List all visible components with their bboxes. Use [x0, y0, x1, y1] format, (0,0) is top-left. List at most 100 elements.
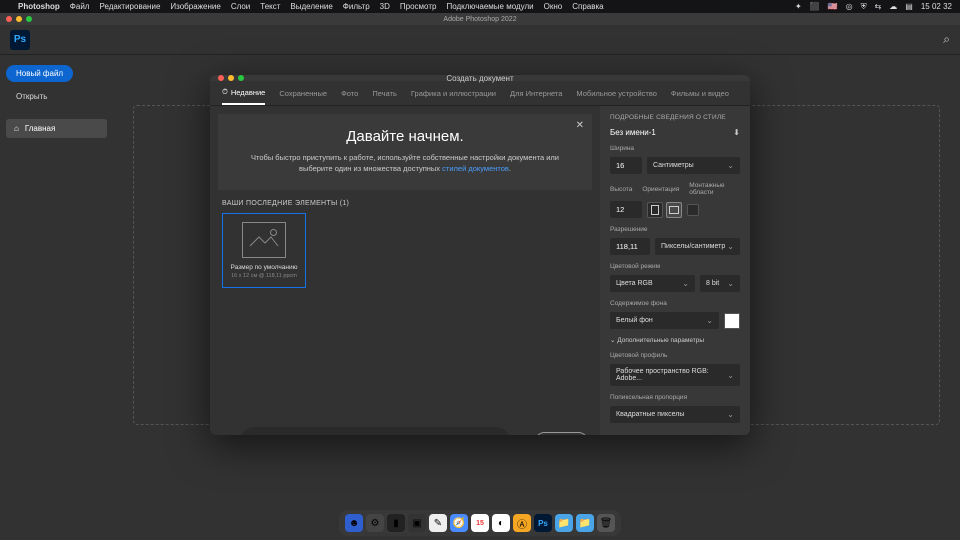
dock-folder[interactable]: 📁	[576, 514, 594, 532]
dialog-title: Создать документ	[446, 75, 513, 83]
welcome-heading: Давайте начнем.	[248, 128, 562, 145]
menu-window[interactable]: Окно	[544, 2, 563, 11]
color-profile-label: Цветовой профиль	[610, 352, 740, 359]
home-sidebar: Новый файл Открыть ⌂ Главная	[0, 55, 113, 540]
search-icon[interactable]: ⌕	[943, 32, 950, 47]
menu-3d[interactable]: 3D	[380, 2, 390, 11]
cloud-icon[interactable]: ☁	[889, 2, 897, 11]
menubar-clock[interactable]: 15 02 32	[921, 2, 952, 11]
tab-film[interactable]: Фильмы и видео	[671, 87, 729, 105]
find-button[interactable]: Найти	[535, 432, 588, 436]
shield-icon[interactable]: ⛨	[861, 2, 867, 12]
tab-saved[interactable]: Сохраненные	[279, 87, 327, 105]
menubar-app[interactable]: Photoshop	[18, 2, 60, 11]
width-unit-select[interactable]: Сантиметры	[647, 157, 740, 174]
status-icon[interactable]: ⇆	[875, 2, 882, 11]
resolution-input[interactable]	[610, 238, 650, 255]
close-window-button[interactable]	[6, 16, 12, 22]
status-icon[interactable]: ◎	[846, 2, 853, 11]
maximize-window-button[interactable]	[26, 16, 32, 22]
flag-icon[interactable]: 🇺🇸	[828, 2, 838, 11]
search-icon: ⌕	[252, 432, 261, 435]
dock-app[interactable]: ◐	[492, 514, 510, 532]
tab-photo[interactable]: Фото	[341, 87, 358, 105]
tab-graphics[interactable]: Графика и иллюстрации	[411, 87, 496, 105]
menu-image[interactable]: Изображение	[170, 2, 220, 11]
dock-app[interactable]: ▣	[408, 514, 426, 532]
dialog-details-pane: ПОДРОБНЫЕ СВЕДЕНИЯ О СТИЛЕ Без имени-1 ⬇…	[600, 106, 750, 435]
menu-help[interactable]: Справка	[572, 2, 603, 11]
dock-finder[interactable]: ☻	[345, 514, 363, 532]
width-label: Ширина	[610, 145, 740, 152]
tab-print[interactable]: Печать	[372, 87, 397, 105]
preset-default[interactable]: Размер по умолчанию 16 x 12 см @ 118,11 …	[222, 213, 306, 288]
new-document-dialog: Создать документ ⏱ Недавние Сохраненные …	[210, 75, 750, 435]
menu-edit[interactable]: Редактирование	[99, 2, 160, 11]
menu-filter[interactable]: Фильтр	[343, 2, 370, 11]
status-icon[interactable]: ⬛	[810, 2, 820, 11]
template-search[interactable]: ⌕	[240, 427, 510, 435]
tab-mobile[interactable]: Мобильное устройство	[576, 87, 656, 105]
menu-select[interactable]: Выделение	[290, 2, 332, 11]
dock-folder[interactable]: 📁	[555, 514, 573, 532]
dock-safari[interactable]: 🧭	[450, 514, 468, 532]
dock-app[interactable]: ✎	[429, 514, 447, 532]
pixel-aspect-select[interactable]: Квадратные пикселы	[610, 406, 740, 423]
minimize-window-button[interactable]	[16, 16, 22, 22]
dock-terminal[interactable]: ▮	[387, 514, 405, 532]
open-button[interactable]: Открыть	[6, 88, 107, 105]
recent-items-label: ВАШИ ПОСЛЕДНИЕ ЭЛЕМЕНТЫ (1)	[210, 190, 600, 213]
dock-settings[interactable]: ⚙	[366, 514, 384, 532]
sidebar-home-label: Главная	[25, 124, 55, 133]
dialog-header: Создать документ	[210, 75, 750, 81]
background-select[interactable]: Белый фон	[610, 312, 719, 329]
window-title: Adobe Photoshop 2022	[443, 16, 516, 23]
menu-plugins[interactable]: Подключаемые модули	[446, 2, 533, 11]
tab-recent[interactable]: ⏱ Недавние	[222, 87, 265, 105]
dialog-close-button[interactable]	[218, 75, 224, 81]
menu-text[interactable]: Текст	[260, 2, 280, 11]
dialog-maximize-button[interactable]	[238, 75, 244, 81]
dock-trash[interactable]: 🗑	[597, 514, 615, 532]
welcome-panel: ✕ Давайте начнем. Чтобы быстро приступит…	[218, 114, 592, 190]
preset-thumbnail	[242, 222, 286, 258]
color-profile-select[interactable]: Рабочее пространство RGB: Adobe...	[610, 364, 740, 386]
welcome-text: Чтобы быстро приступить к работе, исполь…	[248, 153, 562, 174]
menu-layers[interactable]: Слои	[231, 2, 250, 11]
tab-web[interactable]: Для Интернета	[510, 87, 562, 105]
top-toolbar: Ps ⌕	[0, 25, 960, 55]
color-mode-select[interactable]: Цвета RGB	[610, 275, 695, 292]
dialog-minimize-button[interactable]	[228, 75, 234, 81]
artboards-checkbox[interactable]	[687, 204, 699, 216]
doc-styles-link[interactable]: стилей документов	[442, 164, 509, 173]
orientation-landscape[interactable]	[666, 202, 682, 218]
traffic-lights	[6, 16, 32, 22]
macos-menubar: Photoshop Файл Редактирование Изображени…	[0, 0, 960, 13]
photoshop-logo[interactable]: Ps	[10, 30, 30, 50]
dock-app[interactable]: Ⓐ	[513, 514, 531, 532]
status-icon[interactable]: ✦	[795, 2, 802, 11]
preset-subtitle: 16 x 12 см @ 118,11 ppcm	[231, 273, 297, 279]
macos-dock: ☻ ⚙ ▮ ▣ ✎ 🧭 15 ◐ Ⓐ Ps 📁 📁 🗑	[339, 510, 621, 536]
close-icon[interactable]: ✕	[576, 120, 584, 131]
sidebar-item-home[interactable]: ⌂ Главная	[6, 119, 107, 138]
dock-photoshop[interactable]: Ps	[534, 514, 552, 532]
height-input[interactable]	[610, 201, 642, 218]
resolution-unit-select[interactable]: Пикселы/сантиметр	[655, 238, 740, 255]
new-file-button[interactable]: Новый файл	[6, 65, 73, 82]
orientation-portrait[interactable]	[647, 202, 663, 218]
status-icon[interactable]: ▤	[905, 2, 913, 11]
width-input[interactable]	[610, 157, 642, 174]
background-swatch[interactable]	[724, 313, 740, 329]
artboards-label: Монтажные области	[689, 182, 740, 196]
window-titlebar: Adobe Photoshop 2022	[0, 13, 960, 25]
advanced-toggle[interactable]: ⌄ Дополнительные параметры	[610, 336, 740, 344]
doc-name[interactable]: Без имени-1	[610, 128, 656, 137]
orientation-label: Ориентация	[642, 186, 679, 193]
menu-file[interactable]: Файл	[70, 2, 90, 11]
menu-view[interactable]: Просмотр	[400, 2, 437, 11]
dock-calendar[interactable]: 15	[471, 514, 489, 532]
background-label: Содержимое фона	[610, 300, 740, 307]
save-preset-icon[interactable]: ⬇	[733, 128, 740, 137]
bit-depth-select[interactable]: 8 bit	[700, 275, 740, 292]
